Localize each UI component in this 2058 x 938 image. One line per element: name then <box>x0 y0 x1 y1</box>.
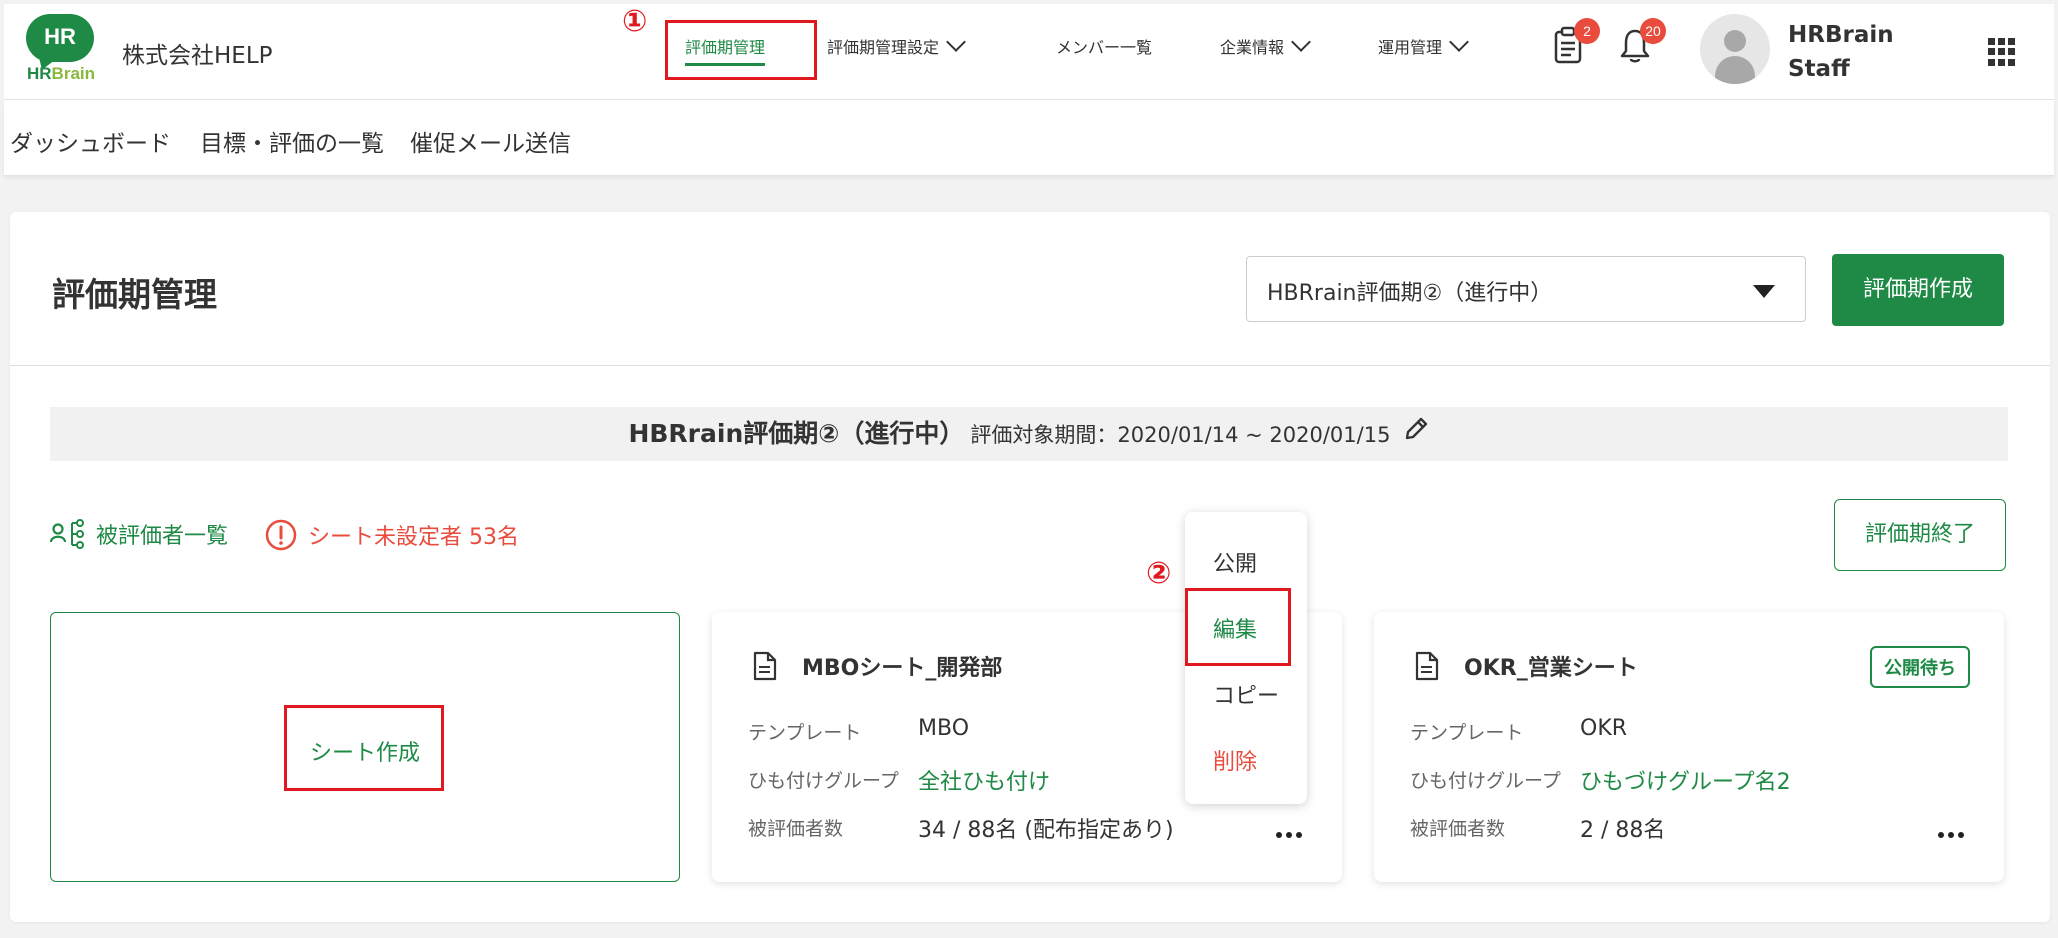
nav-label: 運用管理 <box>1378 38 1443 57</box>
step-1-marker: ① <box>622 4 648 39</box>
status-badge: 公開待ち <box>1870 646 1970 688</box>
group-link[interactable]: ひもづけグループ名2 <box>1580 764 1791 796</box>
avatar[interactable] <box>1700 14 1770 84</box>
sheet-title: OKR_営業シート <box>1414 650 1638 682</box>
warning-circle-icon <box>264 518 298 552</box>
chevron-down-icon <box>946 32 966 52</box>
template-label: テンプレート <box>1410 722 1524 744</box>
main-panel: 評価期管理 HBRrain評価期②（進行中） 評価期作成 HBRrain評価期②… <box>10 212 2050 922</box>
subnav-goal-list[interactable]: 目標・評価の一覧 <box>200 124 384 158</box>
create-period-button[interactable]: 評価期作成 <box>1832 254 2004 326</box>
highlight-box-create-sheet <box>284 705 444 791</box>
nav-label: 評価期管理設定 <box>827 38 940 57</box>
user-name-line2: Staff <box>1788 56 1850 82</box>
group-label: ひも付けグループ <box>1410 770 1561 792</box>
unset-sheet-warning[interactable]: シート未設定者 53名 <box>264 518 519 552</box>
user-name[interactable]: HRBrain Staff <box>1788 18 1894 86</box>
hrbrain-logo[interactable]: HR HRBrain <box>24 14 98 84</box>
nav-label: 企業情報 <box>1220 38 1285 57</box>
subnav-reminder-mail[interactable]: 催促メール送信 <box>410 124 571 158</box>
count-label: 被評価者数 <box>1410 818 1506 840</box>
more-options-icon[interactable] <box>1938 832 1964 838</box>
nav-member-list[interactable]: メンバー一覧 <box>1056 34 1152 58</box>
pencil-icon[interactable] <box>1402 411 1430 465</box>
user-name-line1: HRBrain <box>1788 22 1894 48</box>
menu-item-publish[interactable]: 公開 <box>1213 546 1257 578</box>
menu-item-delete[interactable]: 削除 <box>1213 744 1257 776</box>
period-range: 評価対象期間：2020/01/14 ~ 2020/01/15 <box>970 423 1391 447</box>
document-badge: 2 <box>1574 18 1600 44</box>
period-name: HBRrain評価期②（進行中） <box>628 419 965 448</box>
app-header: HR HRBrain 株式会社HELP 評価期管理 評価期管理設定 メンバー一覧… <box>4 4 2054 100</box>
nav-operations[interactable]: 運用管理 <box>1378 32 1469 58</box>
group-label: ひも付けグループ <box>748 770 899 792</box>
notification-badge: 20 <box>1640 18 1666 44</box>
avatar-head <box>1724 30 1746 52</box>
people-tree-icon <box>50 518 88 550</box>
unset-sheet-label: シート未設定者 53名 <box>308 525 519 550</box>
bell-icon[interactable]: 20 <box>1618 18 1666 76</box>
chevron-down-icon <box>1449 32 1469 52</box>
period-info-bar: HBRrain評価期②（進行中） 評価対象期間：2020/01/14 ~ 2020… <box>50 407 2008 461</box>
count-value: 2 / 88名 <box>1580 818 1666 843</box>
template-label: テンプレート <box>748 722 862 744</box>
template-value: OKR <box>1580 716 1628 741</box>
group-link[interactable]: 全社ひも付け <box>918 764 1050 796</box>
count-value: 34 / 88名 (配布指定あり) <box>918 818 1174 843</box>
count-label: 被評価者数 <box>748 818 844 840</box>
evaluatee-list-label: 被評価者一覧 <box>96 524 229 549</box>
nav-company-info[interactable]: 企業情報 <box>1220 32 1311 58</box>
divider <box>10 365 2050 366</box>
period-select[interactable]: HBRrain評価期②（進行中） <box>1246 256 1806 322</box>
highlight-box-nav <box>665 20 817 80</box>
highlight-box-edit <box>1185 588 1291 666</box>
document-icon <box>752 651 790 681</box>
document-icon <box>1414 651 1452 681</box>
end-period-button[interactable]: 評価期終了 <box>1834 499 2006 571</box>
template-value: MBO <box>918 716 970 741</box>
evaluatee-list-link[interactable]: 被評価者一覧 <box>50 518 228 550</box>
chevron-down-icon <box>1291 32 1311 52</box>
sheet-title: MBOシート_開発部 <box>752 650 1002 682</box>
sub-navigation: ダッシュボード 目標・評価の一覧 催促メール送信 <box>4 100 2054 176</box>
sheet-card-okr[interactable]: OKR_営業シート 公開待ち テンプレート OKR ひも付けグループ ひもづけグ… <box>1374 612 2004 882</box>
page-title: 評価期管理 <box>52 275 217 314</box>
more-options-icon[interactable] <box>1276 832 1302 838</box>
avatar-body <box>1715 56 1755 84</box>
logo-wordmark: HRBrain <box>24 64 98 84</box>
logo-mark-text: HR <box>44 24 76 49</box>
company-name: 株式会社HELP <box>122 43 273 69</box>
document-icon[interactable]: 2 <box>1552 18 1600 76</box>
step-2-marker: ② <box>1146 556 1172 591</box>
logo-wordmark-2: Brain <box>51 64 96 83</box>
logo-wordmark-1: HR <box>26 64 52 83</box>
menu-item-copy[interactable]: コピー <box>1213 678 1279 710</box>
caret-down-icon <box>1753 285 1775 298</box>
nav-label: メンバー一覧 <box>1056 38 1153 57</box>
sheet-title-text: MBOシート_開発部 <box>802 656 1003 681</box>
subnav-dashboard[interactable]: ダッシュボード <box>10 124 171 158</box>
sheet-title-text: OKR_営業シート <box>1464 656 1638 681</box>
period-select-value: HBRrain評価期②（進行中） <box>1267 281 1553 306</box>
nav-evaluation-settings[interactable]: 評価期管理設定 <box>827 32 966 58</box>
apps-grid-icon[interactable] <box>1988 38 2016 66</box>
